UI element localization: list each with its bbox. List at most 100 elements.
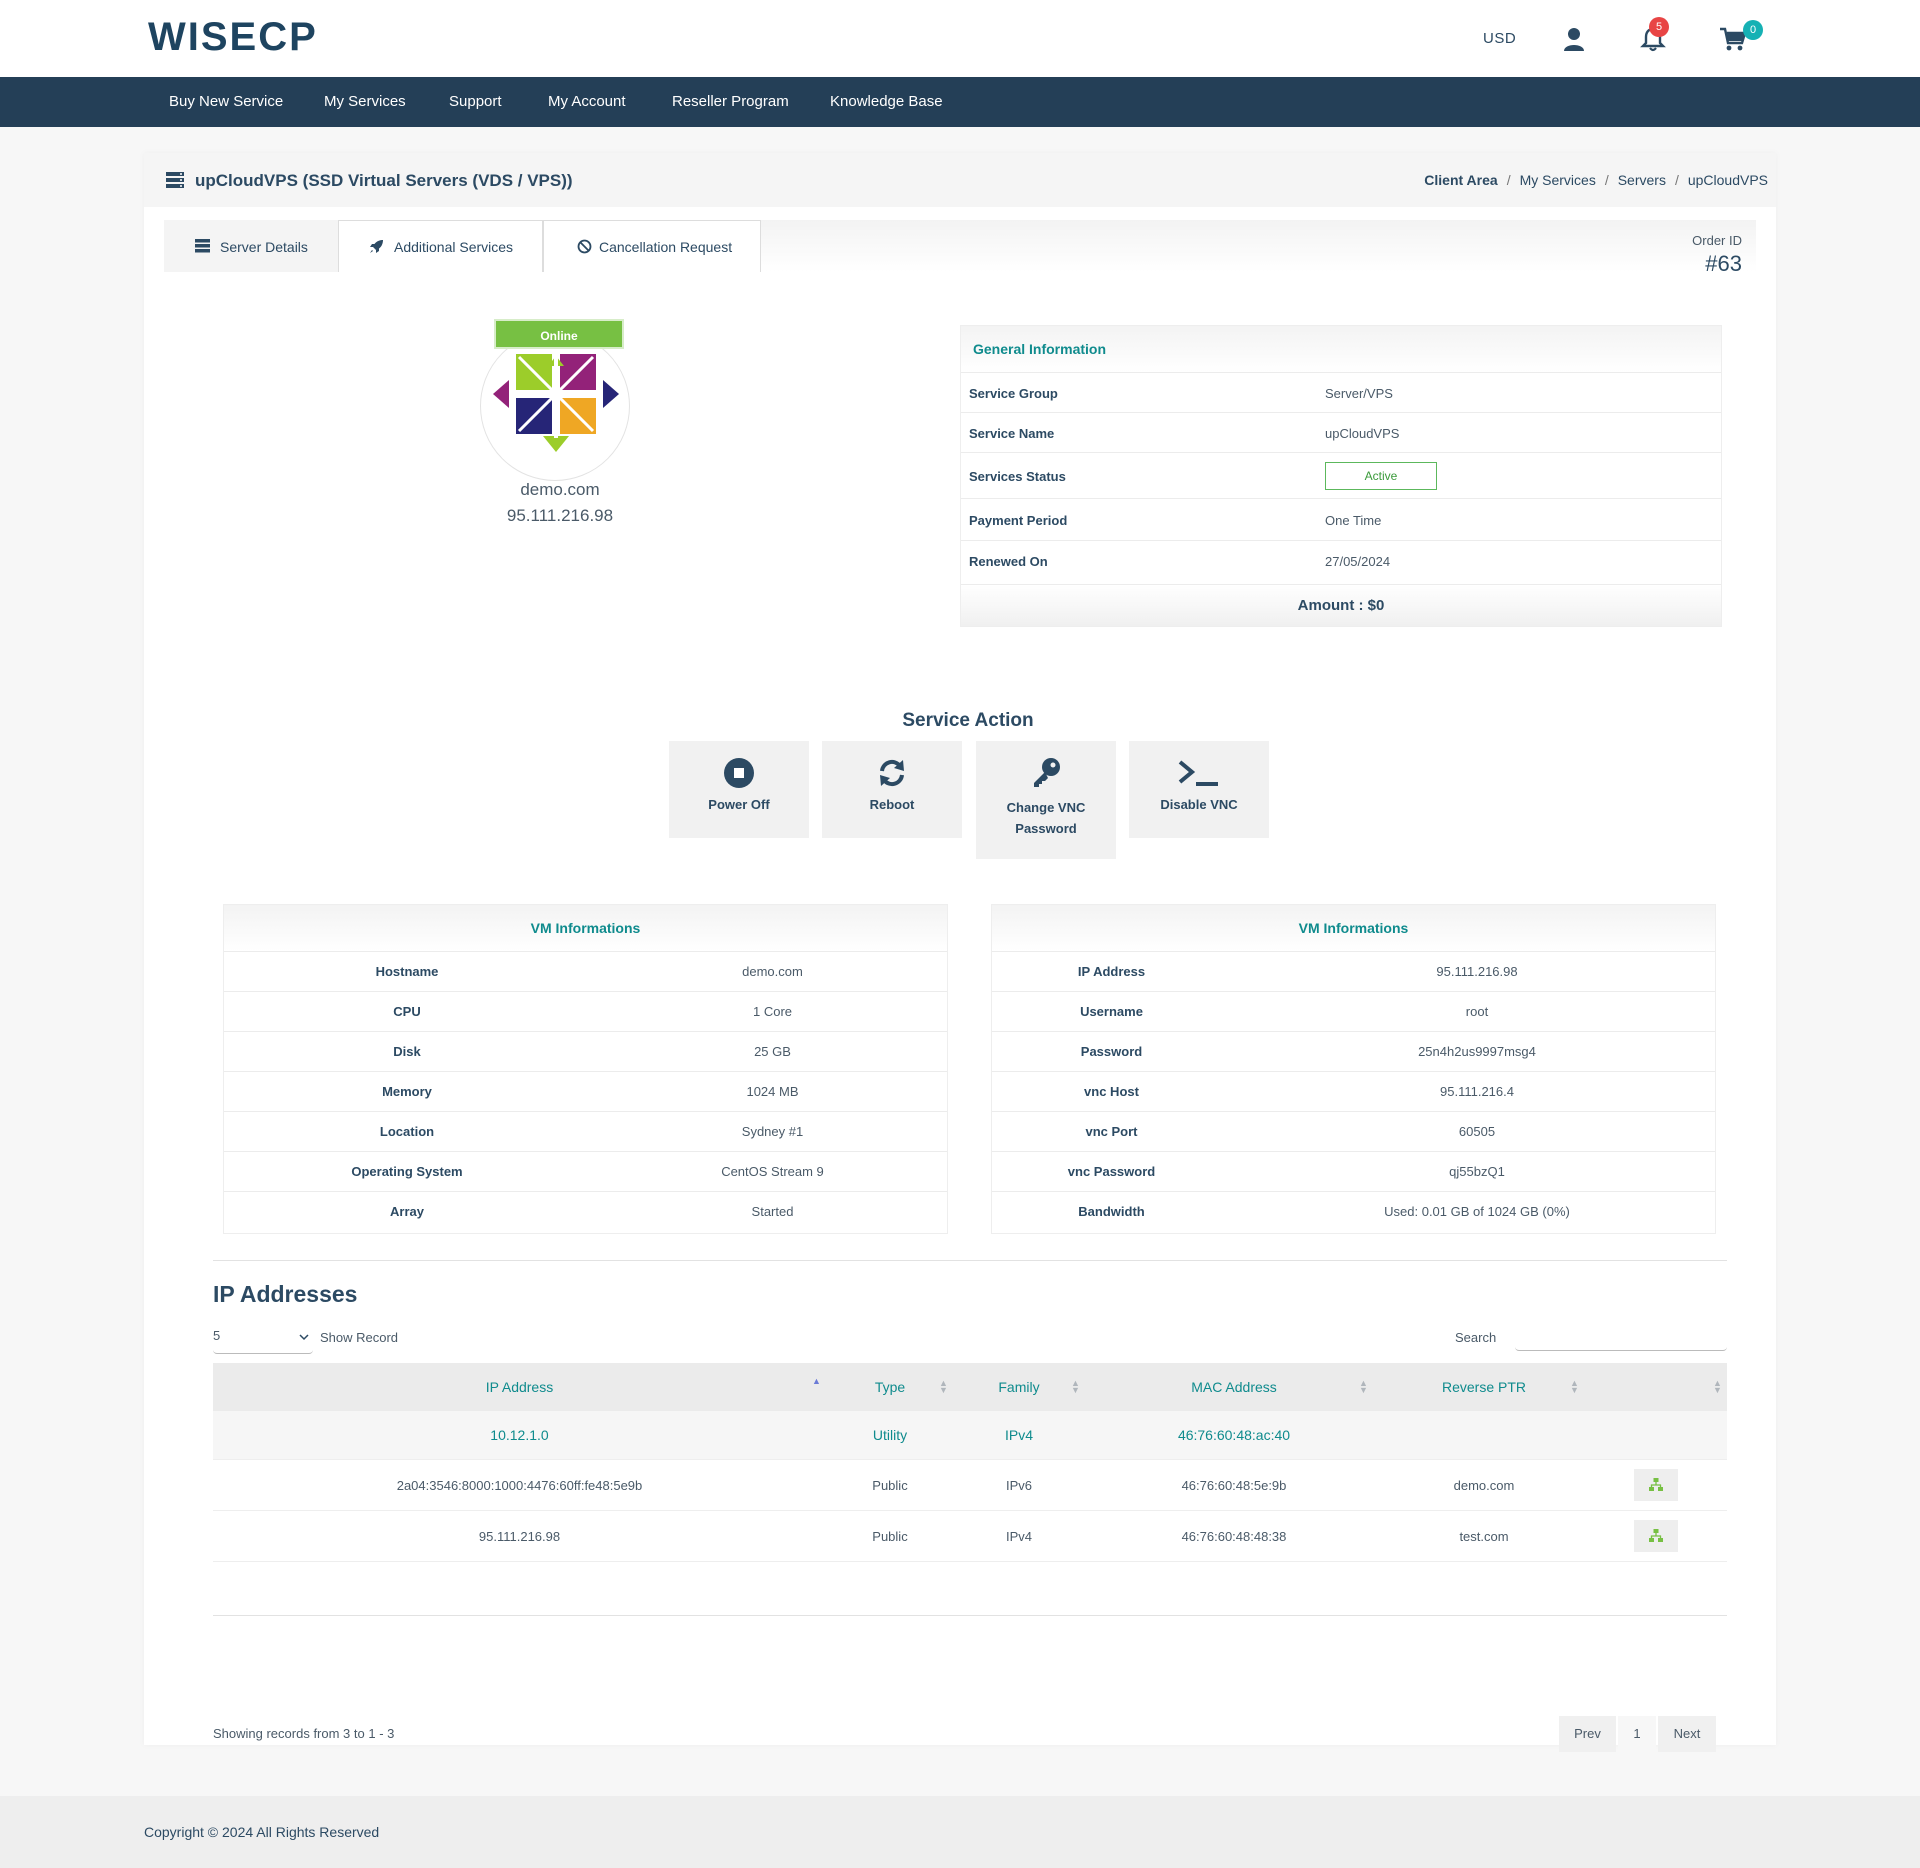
nav-buy-new-service[interactable]: Buy New Service bbox=[169, 77, 283, 127]
currency-selector[interactable]: USD bbox=[1483, 30, 1516, 47]
search-label: Search bbox=[1455, 1330, 1497, 1345]
general-row-services-status: Services Status Active bbox=[961, 452, 1721, 498]
change-vnc-password-button[interactable]: Change VNC Password bbox=[976, 741, 1116, 859]
search-input[interactable] bbox=[1515, 1319, 1727, 1351]
vm-info-title: VM Informations bbox=[992, 905, 1715, 951]
row-value[interactable]: 25n4h2us9997msg4 bbox=[1239, 1032, 1715, 1072]
row-value: 25 GB bbox=[754, 1044, 791, 1059]
pagination-prev-button[interactable]: Prev bbox=[1559, 1716, 1616, 1752]
row-value[interactable]: qj55bzQ1 bbox=[1239, 1152, 1715, 1192]
main-navbar: Buy New Service My Services Support My A… bbox=[0, 77, 1920, 127]
tab-label: Cancellation Request bbox=[599, 239, 733, 255]
general-information-title: General Information bbox=[973, 341, 1107, 357]
column-ip-address[interactable]: IP Address bbox=[213, 1363, 826, 1411]
rocket-icon bbox=[370, 240, 383, 253]
breadcrumb: Client Area / My Services / Servers / upCloudV… bbox=[1424, 172, 1768, 188]
sort-both-icon: ▲ ▼ bbox=[1071, 1378, 1080, 1395]
order-id-label: Order ID bbox=[1692, 233, 1742, 248]
row-value: demo.com bbox=[742, 964, 803, 979]
server-ip: 95.111.216.98 bbox=[506, 506, 614, 525]
column-family[interactable]: Family bbox=[954, 1363, 1084, 1411]
vm-row-cpu: CPU 1 Core bbox=[224, 991, 947, 1032]
cell-ptr: demo.com bbox=[1453, 1478, 1515, 1493]
nav-reseller-program[interactable]: Reseller Program bbox=[672, 77, 789, 127]
row-value: 60505 bbox=[1458, 1124, 1496, 1139]
sitemap-icon bbox=[1649, 1478, 1663, 1491]
ip-addresses-title: IP Addresses bbox=[213, 1281, 358, 1307]
tab-label: Additional Services bbox=[394, 239, 514, 255]
disable-vnc-button[interactable]: Disable VNC bbox=[1129, 741, 1269, 838]
pagination-next-button[interactable]: Next bbox=[1658, 1716, 1716, 1752]
edit-ptr-button[interactable] bbox=[1634, 1469, 1678, 1501]
column-label: MAC Address bbox=[1191, 1379, 1277, 1395]
breadcrumb-servers[interactable]: Servers bbox=[1618, 172, 1666, 188]
cell-family: IPv4 bbox=[1004, 1427, 1033, 1443]
cell-mac: 46:76:60:48:ac:40 bbox=[1177, 1427, 1291, 1443]
vm-row-location: Location Sydney #1 bbox=[224, 1111, 947, 1152]
row-label: Password bbox=[992, 1032, 1235, 1072]
general-row-service-name: Service Name upCloudVPS bbox=[961, 412, 1721, 452]
copyright-text: Copyright © 2024 All Rights Reserved bbox=[144, 1824, 380, 1840]
brand-logo[interactable]: WISECP bbox=[148, 16, 323, 56]
row-value: 27/05/2024 bbox=[1325, 554, 1391, 569]
change-vnc-password-label: Change VNC Password bbox=[1006, 800, 1086, 836]
tab-additional-services[interactable]: Additional Services bbox=[338, 220, 543, 272]
server-hostname: demo.com bbox=[520, 480, 600, 499]
cell-ptr: test.com bbox=[1459, 1529, 1509, 1544]
power-off-label: Power Off bbox=[708, 797, 770, 812]
key-icon bbox=[1034, 758, 1060, 787]
vm-row-operating-system: Operating System CentOS Stream 9 bbox=[224, 1151, 947, 1192]
server-status-block: Online bbox=[480, 319, 632, 481]
service-action-title: Service Action bbox=[902, 710, 1034, 731]
row-label: Location bbox=[224, 1112, 594, 1152]
row-value: upCloudVPS bbox=[1325, 426, 1400, 441]
disable-vnc-label: Disable VNC bbox=[1160, 797, 1238, 812]
tab-cancellation-request[interactable]: Cancellation Request bbox=[543, 220, 761, 272]
terminal-icon bbox=[1178, 760, 1218, 786]
top-header: WISECP USD 5 0 bbox=[0, 0, 1920, 77]
table-row: 95.111.216.98 Public IPv4 46:76:60:48:48… bbox=[213, 1511, 1727, 1562]
vm-row-memory: Memory 1024 MB bbox=[224, 1071, 947, 1112]
row-value: Server/VPS bbox=[1325, 386, 1393, 401]
breadcrumb-upcloudvps[interactable]: upCloudVPS bbox=[1688, 172, 1768, 188]
section-divider bbox=[213, 1260, 1727, 1261]
nav-knowledge-base[interactable]: Knowledge Base bbox=[830, 77, 943, 127]
row-value: root bbox=[1465, 1004, 1489, 1019]
tab-label: Server Details bbox=[220, 239, 308, 255]
column-type[interactable]: Type bbox=[826, 1363, 954, 1411]
cell-ip: 10.12.1.0 bbox=[490, 1427, 549, 1443]
server-online-badge: Online bbox=[494, 319, 624, 349]
column-actions[interactable] bbox=[1584, 1363, 1727, 1411]
reboot-button[interactable]: Reboot bbox=[822, 741, 962, 838]
refresh-icon bbox=[880, 759, 904, 787]
sort-both-icon: ▲ ▼ bbox=[1713, 1378, 1722, 1395]
notifications-count-badge: 5 bbox=[1649, 17, 1669, 37]
general-row-payment-period: Payment Period One Time bbox=[961, 498, 1721, 540]
cell-ip: 95.111.216.98 bbox=[478, 1529, 561, 1544]
order-id-value: #63 bbox=[1705, 251, 1742, 276]
edit-ptr-button[interactable] bbox=[1634, 1520, 1678, 1552]
ban-icon bbox=[577, 239, 592, 254]
page-size-select[interactable]: 5 bbox=[213, 1324, 313, 1354]
centos-logo-icon bbox=[493, 352, 619, 452]
user-account-button[interactable] bbox=[1559, 24, 1589, 54]
pagination-page-1[interactable]: 1 bbox=[1618, 1716, 1656, 1752]
column-mac-address[interactable]: MAC Address bbox=[1084, 1363, 1384, 1411]
amount-total: Amount : $0 bbox=[961, 584, 1721, 626]
column-reverse-ptr[interactable]: Reverse PTR bbox=[1384, 1363, 1584, 1411]
cell-type: Utility bbox=[872, 1427, 908, 1443]
breadcrumb-my-services[interactable]: My Services bbox=[1520, 172, 1596, 188]
sort-both-icon: ▲ ▼ bbox=[1570, 1378, 1579, 1395]
row-label: Username bbox=[992, 992, 1235, 1032]
vm-row-ip-address: IP Address 95.111.216.98 bbox=[992, 951, 1715, 992]
nav-my-account[interactable]: My Account bbox=[548, 77, 626, 127]
sitemap-icon bbox=[1649, 1529, 1663, 1542]
row-label: vnc Password bbox=[992, 1152, 1235, 1192]
breadcrumb-client-area[interactable]: Client Area bbox=[1424, 172, 1497, 188]
tab-server-details[interactable]: Server Details bbox=[164, 220, 338, 272]
power-off-button[interactable]: Power Off bbox=[669, 741, 809, 838]
general-row-renewed-on: Renewed On 27/05/2024 bbox=[961, 540, 1721, 584]
user-icon bbox=[1564, 28, 1584, 51]
nav-support[interactable]: Support bbox=[449, 77, 502, 127]
nav-my-services[interactable]: My Services bbox=[324, 77, 406, 127]
